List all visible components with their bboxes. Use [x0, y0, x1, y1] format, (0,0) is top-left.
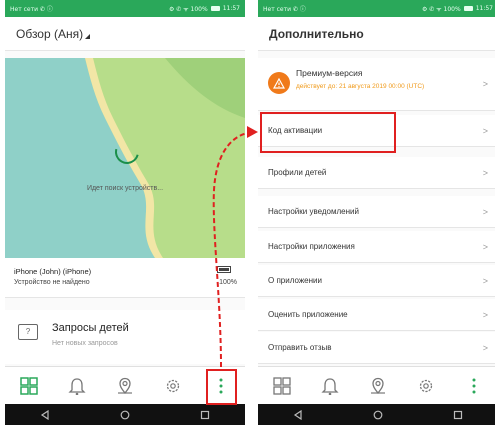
screenshot-comparison: Нет сети ✆ ⓘ ⚙ ✆ ᯤ 100% 11:57 Обзор (Аня… — [0, 0, 495, 425]
annotation-arrow — [212, 126, 258, 368]
